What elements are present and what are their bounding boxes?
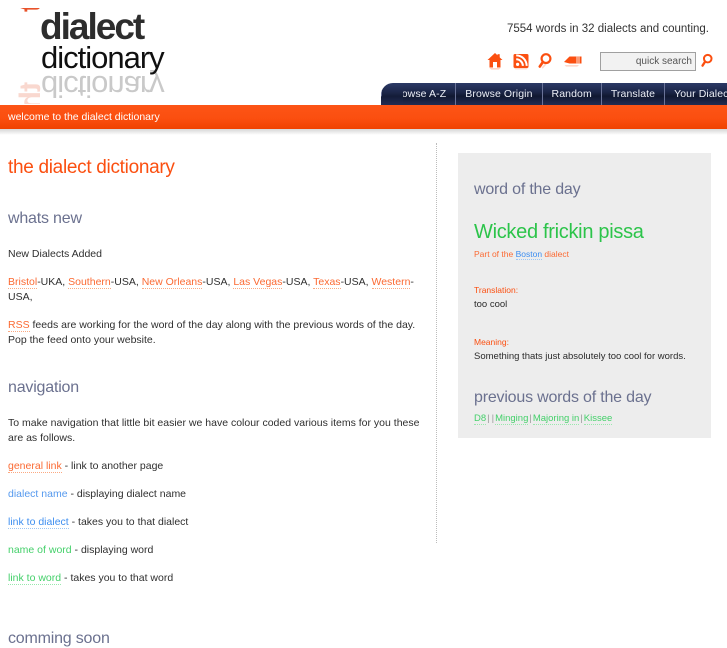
meaning-value: Something thats just absolutely too cool… <box>474 351 686 362</box>
legend-link-dialect-name[interactable]: dialect name <box>8 488 68 500</box>
tag-icon[interactable] <box>560 48 586 74</box>
section-heading-navigation: navigation <box>8 379 79 396</box>
previous-words-list: D8| |Minging|Majoring in|Kissee <box>458 407 711 425</box>
rss-icon[interactable] <box>508 48 534 74</box>
column-divider <box>436 143 437 543</box>
new-dialects-list: Bristol-UKA, Southern-USA, New Orleans-U… <box>8 262 428 305</box>
translation-label: Translation: <box>474 285 519 295</box>
nav-item-translate[interactable]: Translate <box>600 83 664 105</box>
dialect-link-western[interactable]: Western <box>371 276 411 289</box>
part-of-prefix: Part of the <box>474 249 516 259</box>
dialect-suffix-las-vegas: -USA, <box>282 276 311 288</box>
dialect-link-texas[interactable]: Texas <box>313 276 341 289</box>
home-icon[interactable] <box>482 48 508 74</box>
word-of-the-day-value: Wicked frickin pissa <box>474 221 644 243</box>
previous-word-majoring-in[interactable]: Majoring in <box>532 413 580 425</box>
legend-desc-link-to-dialect: - takes you to that dialect <box>68 516 189 528</box>
sidebar: word of the day Wicked frickin pissa Par… <box>458 153 711 438</box>
translation-value: too cool <box>474 299 508 310</box>
legend-row-general-link: general link - link to another page <box>8 446 428 474</box>
nav-item-random[interactable]: Random <box>541 83 601 105</box>
section-heading-whats-new: whats new <box>8 210 82 227</box>
dialect-link-bristol[interactable]: Bristol <box>8 276 38 289</box>
section-heading-coming-soon: comming soon <box>8 630 110 647</box>
dialect-suffix-texas: -USA, <box>340 276 369 288</box>
word-of-the-day-dialect-line: Part of the Boston dialect <box>458 243 711 260</box>
legend-desc-general: - link to another page <box>61 460 164 472</box>
nav-item-browse-origin[interactable]: Browse Origin <box>455 83 541 105</box>
utility-icon-bar <box>482 48 719 74</box>
rss-paragraph-text: feeds are working for the word of the da… <box>8 319 416 346</box>
prev-sep-1: | <box>487 413 490 424</box>
logo-reflection-dictionary: dictionary <box>41 70 164 104</box>
site-header: the dialect dictionary the dictionary 75… <box>0 0 727 105</box>
legend-link-to-dialect[interactable]: link to dialect <box>8 516 69 529</box>
legend-desc-link-to-word: - takes you to that word <box>61 572 174 584</box>
dialect-suffix-new-orleans: -USA, <box>202 276 231 288</box>
welcome-bar: welcome to the dialect dictionary <box>0 105 727 129</box>
previous-word-d8[interactable]: D8 <box>474 413 487 425</box>
main-column: the dialect dictionary whats new New Dia… <box>8 135 428 648</box>
sidebar-heading-word-of-the-day: word of the day <box>474 181 581 198</box>
page-title: the dialect dictionary <box>8 157 175 178</box>
search-submit-icon[interactable] <box>699 51 719 71</box>
search-icon[interactable] <box>534 48 560 74</box>
quick-search-group <box>600 51 719 71</box>
dialect-link-southern[interactable]: Southern <box>68 276 111 289</box>
rss-paragraph: RSS feeds are working for the word of th… <box>8 305 428 348</box>
legend-desc-name-of-word: - displaying word <box>71 544 154 556</box>
navigation-intro: To make navigation that little bit easie… <box>8 417 420 444</box>
sidebar-heading-previous-words: previous words of the day <box>474 389 652 406</box>
site-logo[interactable]: the dialect dictionary the dictionary <box>8 8 208 104</box>
search-input[interactable] <box>600 51 696 71</box>
welcome-bar-text: welcome to the dialect dictionary <box>8 111 160 123</box>
meaning-label: Meaning: <box>474 337 509 347</box>
legend-row-dialect-name: dialect name - displaying dialect name <box>8 474 428 502</box>
legend-row-link-to-word: link to word - takes you to that word <box>8 558 428 586</box>
legend-row-link-to-dialect: link to dialect - takes you to that dial… <box>8 502 428 530</box>
dialect-suffix-bristol: -UKA, <box>37 276 66 288</box>
previous-word-kissee[interactable]: Kissee <box>583 413 613 425</box>
dialect-link-new-orleans[interactable]: New Orleans <box>141 276 203 289</box>
page-content: the dialect dictionary whats new New Dia… <box>0 135 727 647</box>
previous-word-minging[interactable]: Minging <box>495 413 529 425</box>
word-count-text: 7554 words in 32 dialects and counting. <box>506 23 709 35</box>
legend-row-name-of-word: name of word - displaying word <box>8 530 428 558</box>
main-navigation: Browse A-Z Browse Origin Random Translat… <box>381 83 727 105</box>
dialect-link-las-vegas[interactable]: Las Vegas <box>233 276 283 289</box>
legend-link-to-word[interactable]: link to word <box>8 572 62 585</box>
legend-desc-dialect-name: - displaying dialect name <box>67 488 187 500</box>
part-of-suffix: dialect <box>542 249 569 259</box>
logo-reflection: the dictionary <box>8 70 208 104</box>
whats-new-subheading: New Dialects Added <box>8 248 102 260</box>
nav-item-your-dialect[interactable]: Your Dialect <box>664 83 727 105</box>
legend-link-general[interactable]: general link <box>8 460 62 473</box>
rss-link[interactable]: RSS <box>8 319 30 332</box>
dialect-suffix-southern: -USA, <box>110 276 139 288</box>
dialect-link-boston[interactable]: Boston <box>515 249 543 260</box>
logo-main: the dialect dictionary <box>8 8 208 74</box>
legend-link-name-of-word[interactable]: name of word <box>8 544 72 556</box>
